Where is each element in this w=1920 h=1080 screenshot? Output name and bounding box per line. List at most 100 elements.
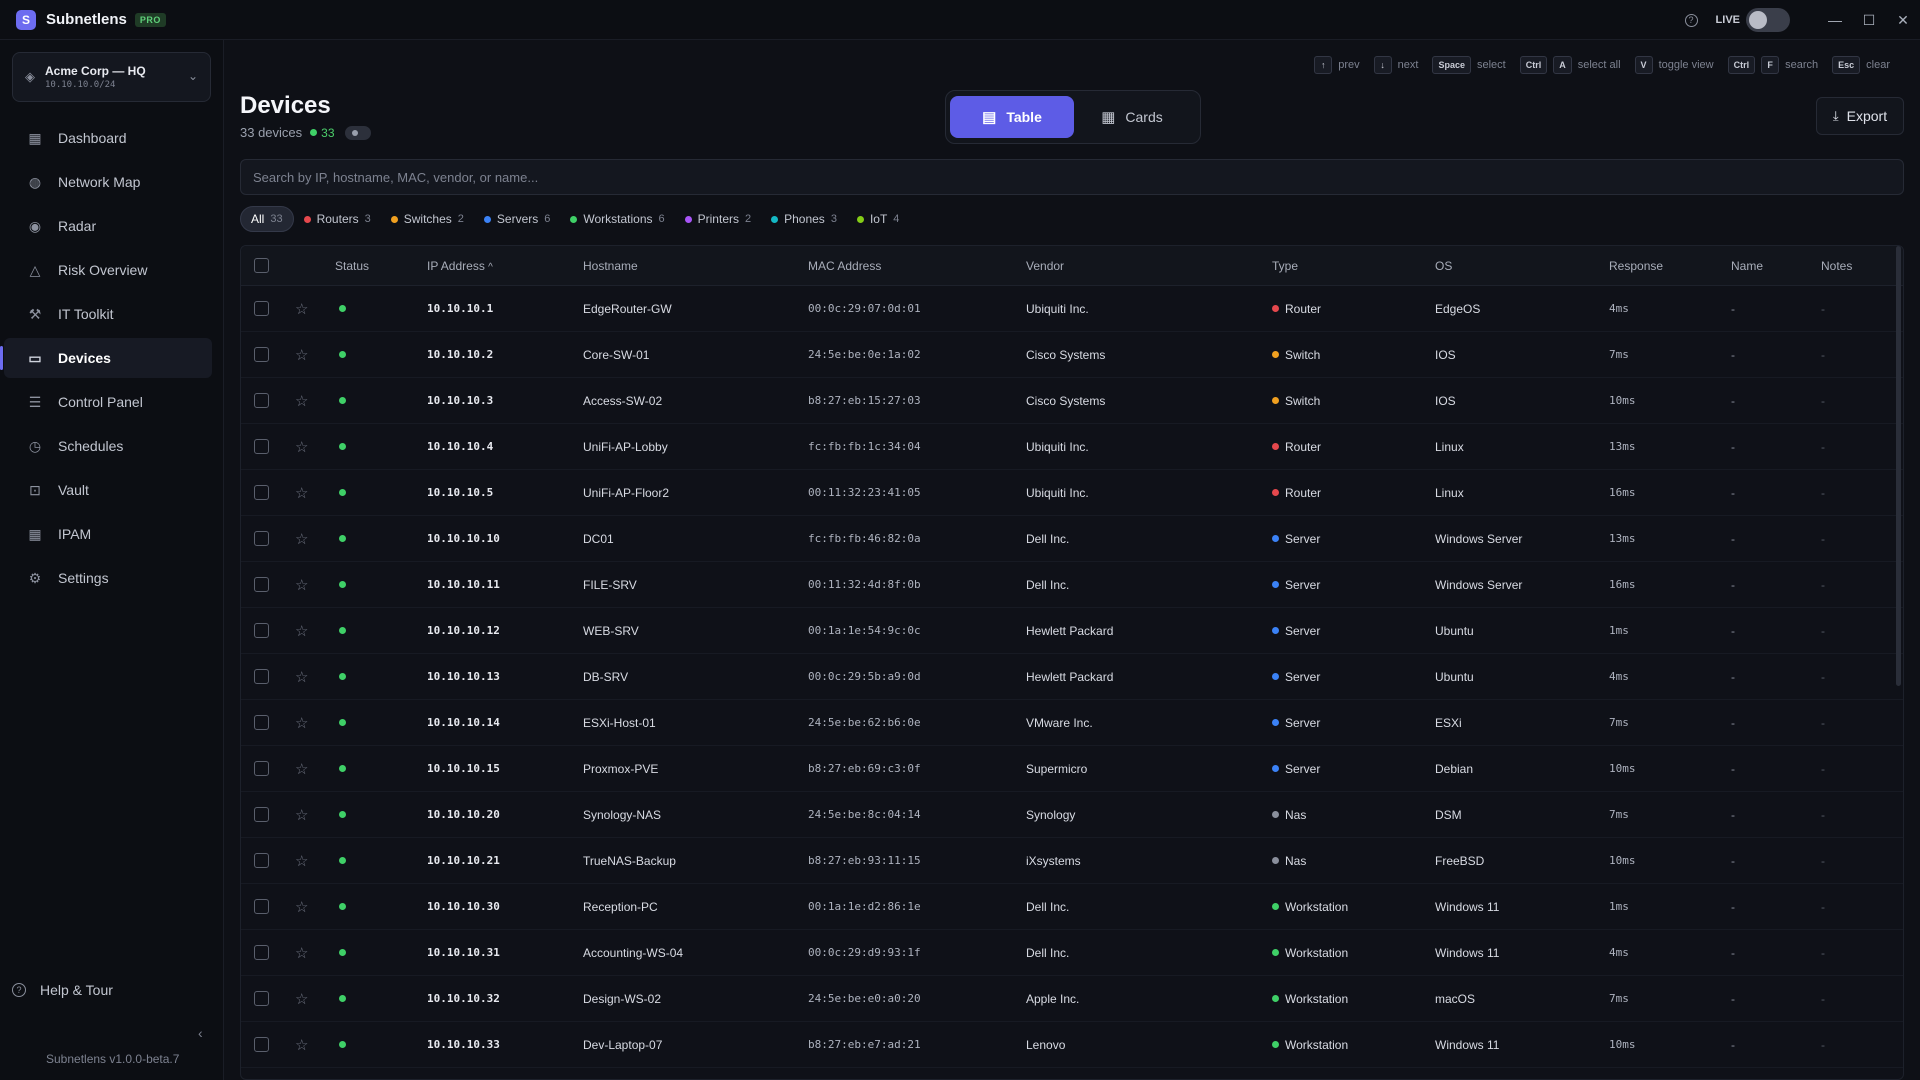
row-checkbox[interactable] xyxy=(254,853,269,868)
export-button[interactable]: ⤓ Export xyxy=(1816,97,1904,135)
row-checkbox[interactable] xyxy=(254,761,269,776)
cell-notes[interactable]: - xyxy=(1821,670,1901,684)
table-row[interactable]: ☆ 10.10.10.31 Accounting-WS-04 00:0c:29:d9:… xyxy=(241,930,1903,976)
cell-name[interactable]: - xyxy=(1731,716,1821,730)
row-checkbox[interactable] xyxy=(254,623,269,638)
column-vendor[interactable]: Vendor xyxy=(1026,259,1272,273)
cell-name[interactable]: - xyxy=(1731,302,1821,316)
cell-name[interactable]: - xyxy=(1731,854,1821,868)
online-filter-toggle[interactable] xyxy=(344,125,371,140)
cell-name[interactable]: - xyxy=(1731,808,1821,822)
filter-chip-workstations[interactable]: Workstations 6 xyxy=(560,206,674,232)
table-row[interactable]: ☆ 10.10.10.15 Proxmox-PVE b8:27:eb:69:c3:0f… xyxy=(241,746,1903,792)
star-icon[interactable]: ☆ xyxy=(283,760,335,778)
table-row[interactable]: ☆ 10.10.10.33 Dev-Laptop-07 b8:27:eb:e7:ad:… xyxy=(241,1022,1903,1068)
star-icon[interactable]: ☆ xyxy=(283,622,335,640)
row-checkbox[interactable] xyxy=(254,945,269,960)
cell-notes[interactable]: - xyxy=(1821,762,1901,776)
cell-notes[interactable]: - xyxy=(1821,808,1901,822)
filter-chip-iot[interactable]: IoT 4 xyxy=(847,206,909,232)
row-checkbox[interactable] xyxy=(254,531,269,546)
cell-notes[interactable]: - xyxy=(1821,992,1901,1006)
select-all-checkbox[interactable] xyxy=(254,258,269,273)
column-response[interactable]: Response xyxy=(1609,259,1731,273)
cards-view-button[interactable]: ▦ Cards xyxy=(1074,96,1190,138)
cell-notes[interactable]: - xyxy=(1821,624,1901,638)
row-checkbox[interactable] xyxy=(254,485,269,500)
maximize-icon[interactable]: ☐ xyxy=(1852,0,1886,40)
cell-name[interactable]: - xyxy=(1731,440,1821,454)
workspace-selector[interactable]: ◈ Acme Corp — HQ 10.10.10.0/24 ⌄ xyxy=(12,52,211,102)
table-row[interactable]: ☆ 10.10.10.2 Core-SW-01 24:5e:be:0e:1a:02 Ci… xyxy=(241,332,1903,378)
cell-name[interactable]: - xyxy=(1731,900,1821,914)
cell-notes[interactable]: - xyxy=(1821,440,1901,454)
star-icon[interactable]: ☆ xyxy=(283,300,335,318)
cell-name[interactable]: - xyxy=(1731,624,1821,638)
cell-notes[interactable]: - xyxy=(1821,900,1901,914)
star-icon[interactable]: ☆ xyxy=(283,392,335,410)
star-icon[interactable]: ☆ xyxy=(283,438,335,456)
cell-notes[interactable]: - xyxy=(1821,854,1901,868)
star-icon[interactable]: ☆ xyxy=(283,898,335,916)
star-icon[interactable]: ☆ xyxy=(283,346,335,364)
table-row[interactable]: ☆ 10.10.10.21 TrueNAS-Backup b8:27:eb:93:11… xyxy=(241,838,1903,884)
star-icon[interactable]: ☆ xyxy=(283,668,335,686)
row-checkbox[interactable] xyxy=(254,393,269,408)
filter-chip-switches[interactable]: Switches 2 xyxy=(381,206,474,232)
cell-notes[interactable]: - xyxy=(1821,946,1901,960)
cell-notes[interactable]: - xyxy=(1821,1038,1901,1052)
row-checkbox[interactable] xyxy=(254,347,269,362)
help-icon[interactable]: ? xyxy=(1684,13,1698,27)
sidebar-item-schedules[interactable]: ◷ Schedules xyxy=(4,426,212,466)
search-input[interactable] xyxy=(240,159,1904,195)
cell-notes[interactable]: - xyxy=(1821,394,1901,408)
table-row[interactable]: ☆ 10.10.10.3 Access-SW-02 b8:27:eb:15:27:03… xyxy=(241,378,1903,424)
row-checkbox[interactable] xyxy=(254,301,269,316)
filter-chip-routers[interactable]: Routers 3 xyxy=(294,206,381,232)
table-view-button[interactable]: ▤ Table xyxy=(950,96,1074,138)
star-icon[interactable]: ☆ xyxy=(283,944,335,962)
row-checkbox[interactable] xyxy=(254,1037,269,1052)
row-checkbox[interactable] xyxy=(254,991,269,1006)
star-icon[interactable]: ☆ xyxy=(283,1036,335,1054)
filter-chip-printers[interactable]: Printers 2 xyxy=(675,206,761,232)
table-row[interactable]: ☆ 10.10.10.11 FILE-SRV 00:11:32:4d:8f:0b Del… xyxy=(241,562,1903,608)
column-hostname[interactable]: Hostname xyxy=(583,259,808,273)
row-checkbox[interactable] xyxy=(254,807,269,822)
star-icon[interactable]: ☆ xyxy=(283,806,335,824)
table-row[interactable]: ☆ 10.10.10.10 DC01 fc:fb:fb:46:82:0a Dell In… xyxy=(241,516,1903,562)
cell-notes[interactable]: - xyxy=(1821,302,1901,316)
cell-name[interactable]: - xyxy=(1731,578,1821,592)
cell-notes[interactable]: - xyxy=(1821,532,1901,546)
sidebar-item-radar[interactable]: ◉ Radar xyxy=(4,206,212,246)
cell-notes[interactable]: - xyxy=(1821,578,1901,592)
table-row[interactable]: ☆ 10.10.10.32 Design-WS-02 24:5e:be:e0:a0:2… xyxy=(241,976,1903,1022)
row-checkbox[interactable] xyxy=(254,899,269,914)
cell-name[interactable]: - xyxy=(1731,1038,1821,1052)
table-row[interactable]: ☆ 10.10.10.20 Synology-NAS 24:5e:be:8c:04:1… xyxy=(241,792,1903,838)
cell-name[interactable]: - xyxy=(1731,992,1821,1006)
column-mac-address[interactable]: MAC Address xyxy=(808,259,1026,273)
live-toggle[interactable] xyxy=(1746,8,1790,32)
cell-name[interactable]: - xyxy=(1731,486,1821,500)
column-type[interactable]: Type xyxy=(1272,259,1435,273)
help-tour-button[interactable]: ? Help & Tour xyxy=(12,982,113,998)
table-scrollbar[interactable] xyxy=(1896,246,1901,686)
column-notes[interactable]: Notes xyxy=(1821,259,1901,273)
star-icon[interactable]: ☆ xyxy=(283,576,335,594)
table-row[interactable]: ☆ 10.10.10.1 EdgeRouter-GW 00:0c:29:07:0d:0… xyxy=(241,286,1903,332)
star-icon[interactable]: ☆ xyxy=(283,484,335,502)
star-icon[interactable]: ☆ xyxy=(283,990,335,1008)
table-row[interactable]: ☆ 10.10.10.5 UniFi-AP-Floor2 00:11:32:23:41… xyxy=(241,470,1903,516)
sidebar-item-devices[interactable]: ▭ Devices xyxy=(0,338,212,378)
sidebar-item-settings[interactable]: ⚙ Settings xyxy=(4,558,212,598)
sidebar-item-ipam[interactable]: ▦ IPAM xyxy=(4,514,212,554)
sidebar-item-network-map[interactable]: ◍ Network Map xyxy=(4,162,212,202)
star-icon[interactable]: ☆ xyxy=(283,714,335,732)
cell-name[interactable]: - xyxy=(1731,394,1821,408)
sidebar-item-risk-overview[interactable]: △ Risk Overview xyxy=(4,250,212,290)
filter-chip-phones[interactable]: Phones 3 xyxy=(761,206,847,232)
minimize-icon[interactable]: — xyxy=(1818,0,1852,40)
collapse-sidebar-icon[interactable]: ‹ xyxy=(198,1025,203,1041)
row-checkbox[interactable] xyxy=(254,439,269,454)
